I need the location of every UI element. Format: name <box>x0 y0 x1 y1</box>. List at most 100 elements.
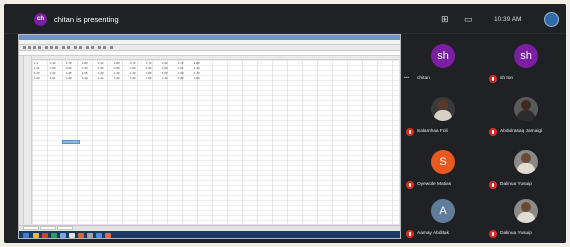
avatar: S <box>431 150 455 174</box>
mic-off-icon <box>489 181 497 189</box>
cell: 1.14 <box>98 76 104 80</box>
mic-off-icon <box>489 230 497 238</box>
cell: 1.65 <box>82 71 88 75</box>
app-icon <box>69 233 75 238</box>
cell: 2.64 <box>66 66 72 70</box>
cell: 1.74 <box>178 61 184 65</box>
cell: 1.80 <box>114 61 120 65</box>
avatar <box>514 199 538 223</box>
participant-name: sh ton <box>500 76 514 81</box>
avatar: sh <box>431 44 455 68</box>
meeting-top-bar: ch chitan is presenting ⊞ ▭ 10:39 AM <box>4 4 566 34</box>
participant-name: Dalinua Yusuip <box>500 182 532 187</box>
avatar: sh <box>514 44 538 68</box>
app-icon <box>42 233 48 238</box>
shared-screen: 1.1 1.14 1.79 1.80 1.12 1.80 2.74 1.74 1… <box>18 34 401 239</box>
avatar <box>514 150 538 174</box>
avatar <box>431 97 455 121</box>
more-options-icon[interactable]: ••• <box>404 75 409 83</box>
cell: 1.93 <box>50 66 56 70</box>
cell: 1.80 <box>178 76 184 80</box>
meeting-window: ch chitan is presenting ⊞ ▭ 10:39 AM 1.1… <box>4 4 566 243</box>
sheet-tab <box>57 226 73 230</box>
participant-tile[interactable]: sh ••• chitan <box>401 37 483 89</box>
grid-lines <box>32 60 399 224</box>
cell: 1.20 <box>34 76 40 80</box>
participant-name: Aamay Abditak <box>417 231 449 236</box>
cell: 1.35 <box>66 71 72 75</box>
chat-icon[interactable]: ▭ <box>464 14 473 25</box>
cell: 1.40 <box>82 76 88 80</box>
spreadsheet-grid: 1.1 1.14 1.79 1.80 1.12 1.80 2.74 1.74 1… <box>23 56 399 224</box>
cell: 1.02 <box>146 76 152 80</box>
participant-name: Oyewole Matias <box>417 182 452 187</box>
spreadsheet-app-icon <box>51 233 57 238</box>
clock: 10:39 AM <box>494 16 522 23</box>
cell: 1.14 <box>162 76 168 80</box>
cell: 1.90 <box>178 71 184 75</box>
participant-tile[interactable]: sh sh ton <box>484 37 566 89</box>
avatar: A <box>431 199 455 223</box>
presenting-status: chitan is presenting <box>54 15 119 24</box>
column-headers <box>24 56 399 60</box>
mic-off-icon <box>489 75 497 83</box>
mic-off-icon <box>406 128 414 136</box>
cell: 1.01 <box>178 66 184 70</box>
cell: 1.40 <box>98 71 104 75</box>
participant-tile[interactable]: A Aamay Abditak <box>401 192 483 243</box>
start-icon <box>23 233 29 238</box>
participant-tile[interactable]: Dalinua Yusuip <box>484 143 566 195</box>
cell: 1.94 <box>146 66 152 70</box>
cell: 1.40 <box>114 71 120 75</box>
app-icon <box>87 233 93 238</box>
cell: 1.30 <box>114 76 120 80</box>
presenter-avatar: ch <box>34 13 47 26</box>
cell: 1.80 <box>82 61 88 65</box>
cell: 1.74 <box>146 61 152 65</box>
participant-name: Dalinua Yusuip <box>500 231 532 236</box>
captions-icon[interactable]: ⊞ <box>441 14 449 25</box>
cell: 1.12 <box>98 61 104 65</box>
cell: 1.40 <box>194 66 200 70</box>
app-icon <box>78 233 84 238</box>
cell: 1.02 <box>162 61 168 65</box>
participant-tile[interactable]: Abdulrasaq Jamaigi <box>484 90 566 142</box>
cell: 1.86 <box>146 71 152 75</box>
participant-tile[interactable]: S Oyewole Matias <box>401 143 483 195</box>
avatar <box>514 97 538 121</box>
selected-cell <box>62 140 80 144</box>
cell: 1.70 <box>194 71 200 75</box>
browser-icon <box>60 233 66 238</box>
folder-icon <box>33 233 39 238</box>
participant-name: Salamhaa Foli <box>417 129 448 134</box>
cell: 1.10 <box>34 71 40 75</box>
cell: 1.90 <box>130 66 136 70</box>
cell: 1.60 <box>194 76 200 80</box>
cell: 1.30 <box>130 76 136 80</box>
app-icon <box>105 233 111 238</box>
cell: 1.45 <box>98 66 104 70</box>
cell: 1.80 <box>194 61 200 65</box>
cell: 1.79 <box>66 61 72 65</box>
mic-off-icon <box>489 128 497 136</box>
cell: 1.41 <box>50 76 56 80</box>
cell: 1.30 <box>82 66 88 70</box>
participant-name: Abdulrasaq Jamaigi <box>500 129 543 134</box>
shared-taskbar <box>19 231 400 238</box>
self-view-avatar[interactable] <box>544 12 559 27</box>
sheet-tabs <box>19 225 400 230</box>
mic-off-icon <box>406 181 414 189</box>
mic-off-icon <box>406 230 414 238</box>
app-icon <box>96 233 102 238</box>
cell: 1.43 <box>130 71 136 75</box>
participant-tile[interactable]: Salamhaa Foli <box>401 90 483 142</box>
cell: 2.58 <box>114 66 120 70</box>
participant-tile[interactable]: Dalinua Yusuip <box>484 192 566 243</box>
sheet-tab <box>40 226 56 230</box>
cell: 1.1 <box>34 61 38 65</box>
cell: 1.40 <box>66 76 72 80</box>
cell: 2.74 <box>130 61 136 65</box>
participant-name: chitan <box>417 76 430 81</box>
participant-grid: sh ••• chitan sh sh ton Salamhaa Foli Ab… <box>401 34 566 243</box>
cell: 1.53 <box>162 71 168 75</box>
